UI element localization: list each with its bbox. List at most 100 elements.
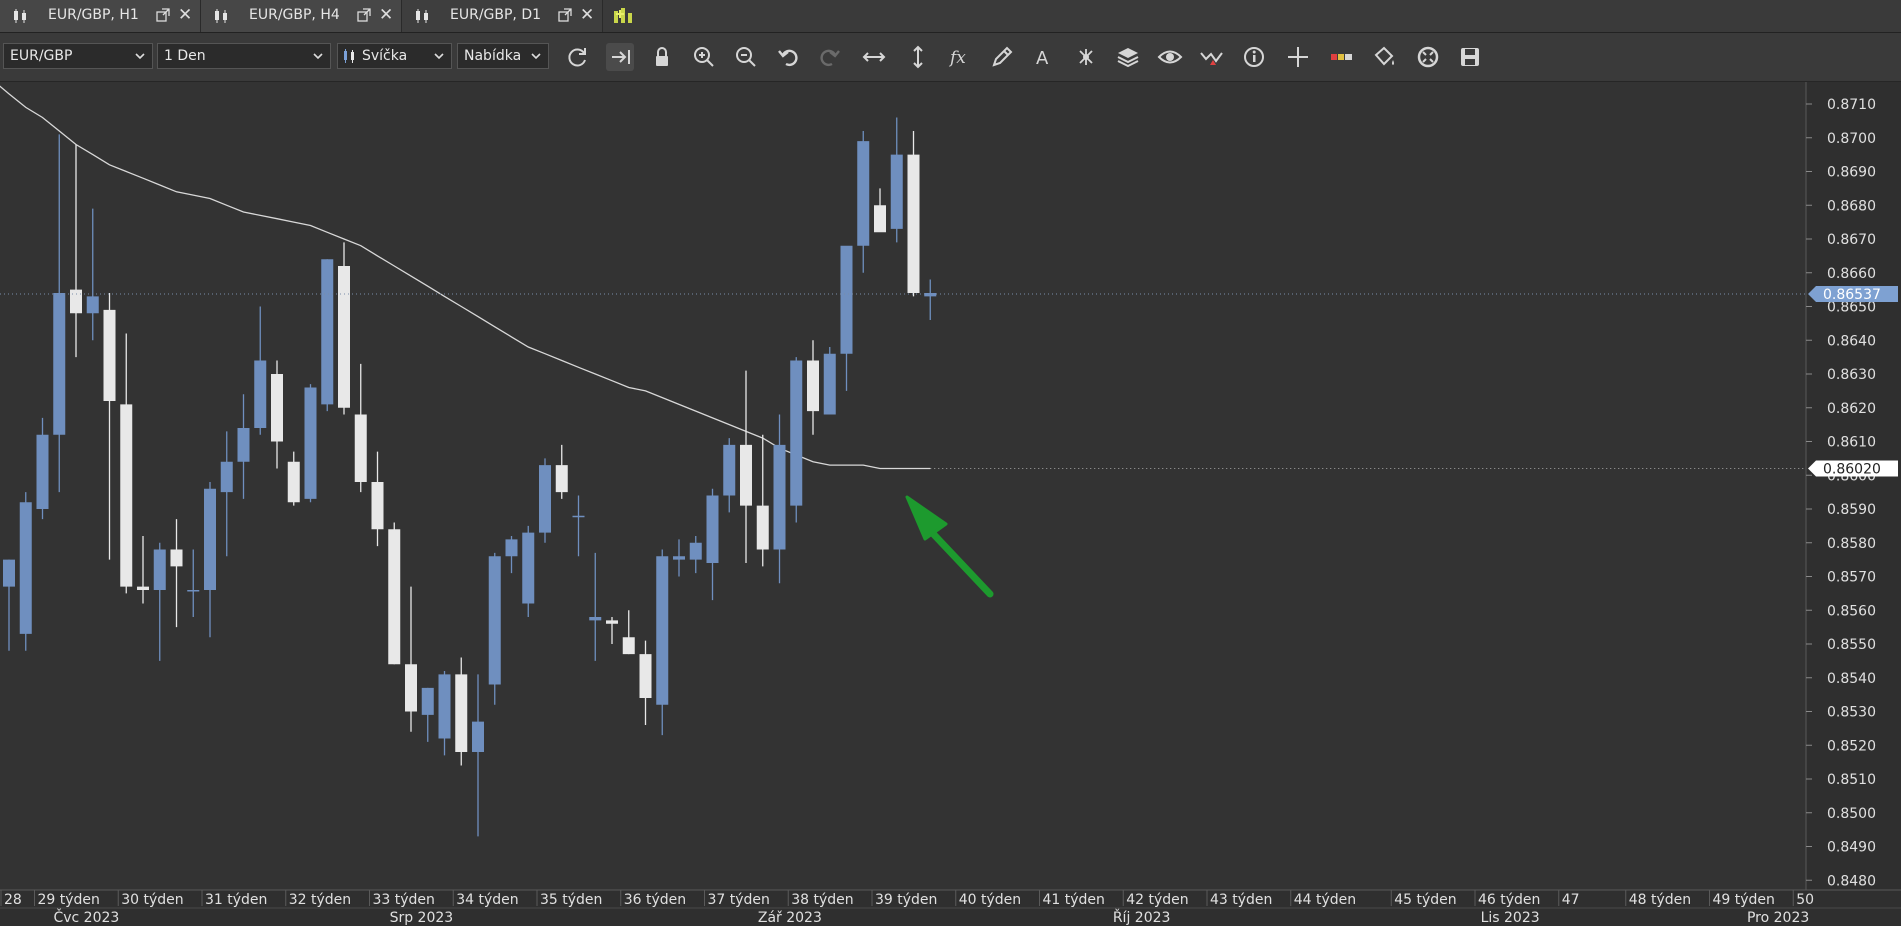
x-tick-label: 34 týden xyxy=(456,892,518,908)
instrument-select[interactable]: EUR/GBP xyxy=(3,43,153,69)
vertical-scale-icon[interactable] xyxy=(904,43,932,71)
candle-body xyxy=(505,539,518,557)
y-tick-label: 0.8660 xyxy=(1827,266,1876,282)
candle-body xyxy=(187,590,200,592)
x-tick-label: 41 týden xyxy=(1043,892,1105,908)
tab-label: EUR/GBP, D1 xyxy=(450,7,542,23)
current-price-label: 0.86537 xyxy=(1823,287,1881,303)
lock-icon[interactable] xyxy=(648,43,676,71)
zoom-in-icon[interactable] xyxy=(690,43,718,71)
candle-body xyxy=(522,532,535,604)
crosshair-icon[interactable] xyxy=(1284,43,1312,71)
redo-icon[interactable] xyxy=(816,43,844,71)
candle-body xyxy=(3,559,15,587)
close-icon[interactable]: ✕ xyxy=(178,5,192,25)
candle-body xyxy=(622,637,635,655)
chart-type-select[interactable]: Svíčka xyxy=(337,43,452,69)
candle-body xyxy=(857,141,870,246)
x-tick-label: 36 týden xyxy=(624,892,686,908)
candle-icon xyxy=(414,8,434,28)
chevron-down-icon xyxy=(134,50,146,66)
x-tick-label: 28 xyxy=(4,892,22,908)
candle-body xyxy=(371,482,384,530)
eye-icon[interactable] xyxy=(1156,43,1184,71)
period-select[interactable]: 1 Den xyxy=(157,43,331,69)
y-tick-label: 0.8580 xyxy=(1827,536,1876,552)
candle-body xyxy=(555,465,568,493)
month-label: Čvc 2023 xyxy=(53,908,119,926)
tab-eurgbp-d1[interactable]: EUR/GBP, D1 ✕ xyxy=(402,0,603,32)
detach-icon[interactable] xyxy=(357,8,371,26)
y-tick-label: 0.8510 xyxy=(1827,772,1876,788)
y-tick-label: 0.8530 xyxy=(1827,705,1876,721)
x-tick-label: 48 týden xyxy=(1629,892,1691,908)
x-tick-label: 31 týden xyxy=(205,892,267,908)
detach-icon[interactable] xyxy=(558,8,572,26)
x-tick-label: 42 týden xyxy=(1126,892,1188,908)
x-tick-label: 39 týden xyxy=(875,892,937,908)
candle-body xyxy=(488,556,501,685)
paint-bucket-icon[interactable] xyxy=(1370,43,1398,71)
indicators-fx-icon[interactable]: fx xyxy=(946,43,974,71)
layers-icon[interactable] xyxy=(1114,43,1142,71)
instrument-value: EUR/GBP xyxy=(10,48,73,64)
candle-body xyxy=(53,293,66,435)
signals-icon[interactable] xyxy=(1198,43,1226,71)
candle-body xyxy=(823,353,836,415)
price-side-select[interactable]: Nabídka xyxy=(457,43,549,69)
candle-body xyxy=(756,505,769,550)
candle-icon xyxy=(343,48,357,68)
month-label: Lis 2023 xyxy=(1481,910,1540,926)
candle-body xyxy=(86,296,99,314)
candle-body xyxy=(572,515,585,518)
templates-icon[interactable] xyxy=(1414,43,1442,71)
x-tick-label: 50 xyxy=(1796,892,1814,908)
ruler-icon[interactable] xyxy=(1328,43,1356,71)
detach-icon[interactable] xyxy=(156,8,170,26)
candle-body xyxy=(304,387,317,499)
candle-body xyxy=(539,465,551,533)
chart-grid xyxy=(0,82,1901,926)
text-icon[interactable]: A xyxy=(1030,43,1058,71)
chevron-down-icon xyxy=(530,50,542,66)
chevron-down-icon xyxy=(312,50,324,66)
candle-body xyxy=(790,360,803,506)
pattern-icon[interactable] xyxy=(1072,43,1100,71)
price-chart[interactable]: 0.8710 0.8700 0.8690 0.8680 0.8670 0.8660 0.86… xyxy=(0,82,1901,926)
candle-body xyxy=(924,293,937,297)
x-tick-label: 37 týden xyxy=(708,892,770,908)
new-chart-icon[interactable] xyxy=(612,5,636,31)
info-icon[interactable] xyxy=(1240,43,1268,71)
candle-body xyxy=(840,245,853,354)
x-tick-label: 30 týden xyxy=(121,892,183,908)
chart-type-value: Svíčka xyxy=(362,48,408,64)
tab-eurgbp-h4[interactable]: EUR/GBP, H4 ✕ xyxy=(201,0,402,32)
close-icon[interactable]: ✕ xyxy=(379,5,393,25)
candle-body xyxy=(354,414,367,482)
undo-icon[interactable] xyxy=(774,43,802,71)
month-label: Srp 2023 xyxy=(390,910,454,926)
refresh-icon[interactable] xyxy=(564,43,592,71)
x-tick-label: 47 xyxy=(1562,892,1580,908)
candle-body xyxy=(388,529,401,665)
horizontal-scale-icon[interactable] xyxy=(860,43,888,71)
candle-body xyxy=(606,620,618,624)
close-icon[interactable]: ✕ xyxy=(580,5,594,25)
x-tick-label: 33 týden xyxy=(373,892,435,908)
month-label: Říj 2023 xyxy=(1113,909,1171,926)
y-tick-label: 0.8490 xyxy=(1827,840,1876,856)
y-tick-label: 0.8710 xyxy=(1827,97,1876,113)
x-tick-label: 43 týden xyxy=(1210,892,1272,908)
tab-eurgbp-h1[interactable]: EUR/GBP, H1 ✕ xyxy=(0,0,201,32)
y-tick-label: 0.8560 xyxy=(1827,603,1876,619)
shift-right-icon[interactable] xyxy=(606,43,634,71)
candle-body xyxy=(120,404,133,587)
y-tick-label: 0.8620 xyxy=(1827,401,1876,417)
y-tick-label: 0.8700 xyxy=(1827,131,1876,147)
save-icon[interactable] xyxy=(1456,43,1484,71)
chevron-down-icon xyxy=(433,50,445,66)
x-tick-label: 49 týden xyxy=(1713,892,1775,908)
zoom-out-icon[interactable] xyxy=(732,43,760,71)
pencil-icon[interactable] xyxy=(988,43,1016,71)
x-tick-label: 32 týden xyxy=(289,892,351,908)
